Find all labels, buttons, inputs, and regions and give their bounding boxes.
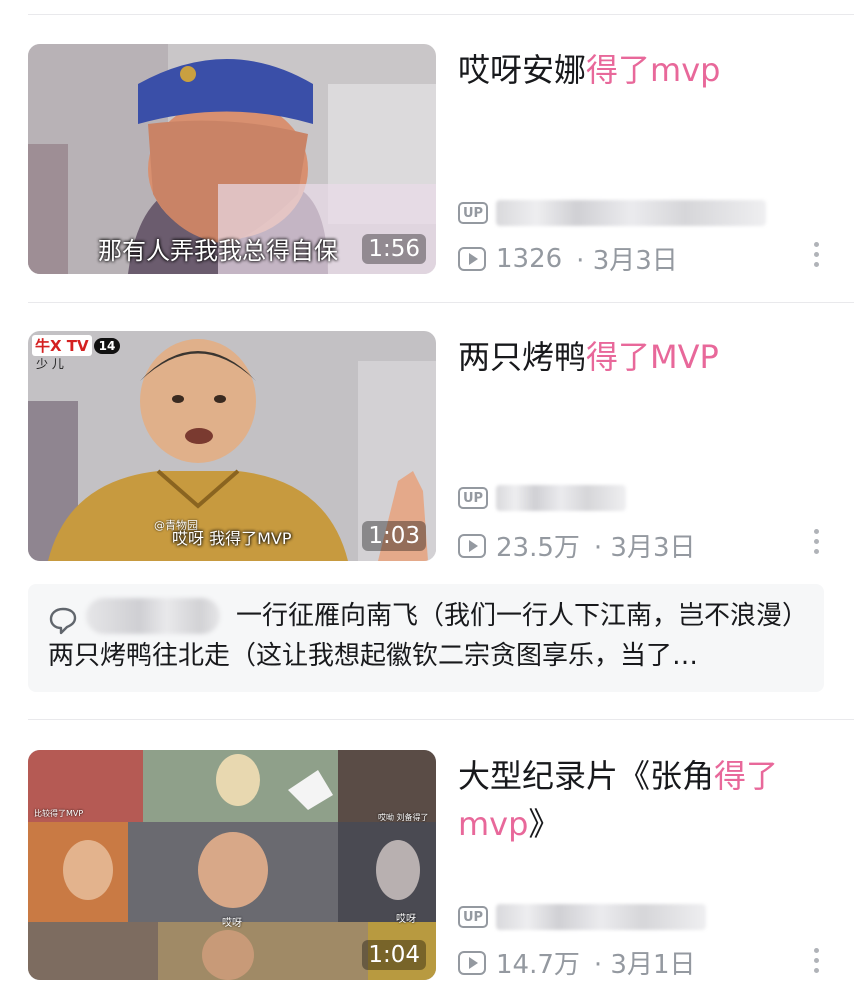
publish-date: · 3月3日 (576, 246, 678, 276)
uploader-row[interactable]: UP (458, 485, 626, 511)
top-divider (28, 14, 854, 15)
more-options-icon[interactable] (814, 948, 820, 973)
video-card[interactable]: 牛X TV 14 少 儿 @青物园 哎呀 我得了MVP 1:03 两只烤鸭得了M… (28, 331, 854, 564)
tile-caption: 哎呦 刘备得了 (378, 813, 429, 822)
title-highlight: 得了mvp (586, 51, 721, 89)
title-highlight: 得了MVP (586, 338, 719, 376)
title-tail: 》 (528, 805, 561, 843)
tile-caption: 比较得了MVP (34, 809, 84, 818)
title-text: 两只烤鸭 (458, 338, 587, 376)
video-thumbnail[interactable]: 牛X TV 14 少 儿 @青物园 哎呀 我得了MVP 1:03 (28, 331, 436, 561)
video-thumbnail[interactable]: 那有人弄我我总得自保 1:56 (28, 44, 436, 274)
up-badge: UP (458, 906, 488, 928)
thumbnail-caption: 那有人弄我我总得自保 (98, 237, 338, 265)
view-count: 23.5万 (496, 533, 580, 563)
stats-row: 14.7万 · 3月1日 (458, 944, 696, 981)
stats-row: 23.5万 · 3月3日 (458, 527, 696, 564)
card-divider (28, 302, 854, 303)
card-divider (28, 719, 854, 720)
channel-sub: 少 儿 (36, 357, 64, 371)
duration-badge: 1:03 (362, 521, 426, 551)
uploader-row[interactable]: UP (458, 904, 706, 930)
tile-caption: 哎呀 (396, 914, 416, 925)
more-options-icon[interactable] (814, 529, 820, 554)
tile-caption: 哎呀 (222, 918, 242, 929)
channel-logo-text: 牛X TV (32, 335, 92, 356)
play-count-icon (458, 533, 486, 558)
stats-row: 1326 · 3月3日 (458, 240, 678, 277)
channel-number: 14 (93, 337, 121, 354)
video-title[interactable]: 两只烤鸭得了MVP (458, 333, 838, 381)
title-text: 大型纪录片《张角 (458, 757, 715, 795)
comment-text: 一行征雁向南飞（我们一行人下江南，岂不浪漫）两只烤鸭往北走（这让我想起徽钦二宗贪… (48, 601, 809, 671)
video-title[interactable]: 大型纪录片《张角得了mvp》 (458, 752, 838, 848)
more-options-icon[interactable] (814, 242, 820, 267)
title-text: 哎呀安娜 (458, 51, 587, 89)
video-thumbnail[interactable]: 比较得了MVP 哎呦 刘备得了 哎呀 哎呀 1:04 (28, 750, 436, 980)
up-badge: UP (458, 202, 488, 224)
duration-badge: 1:04 (362, 940, 426, 970)
top-comment[interactable]: 一行征雁向南飞（我们一行人下江南，岂不浪漫）两只烤鸭往北走（这让我想起徽钦二宗贪… (28, 584, 824, 692)
uploader-name-blurred (496, 485, 626, 511)
channel-logo: 牛X TV 14 (32, 335, 121, 356)
play-count-icon (458, 950, 486, 975)
video-card[interactable]: 比较得了MVP 哎呦 刘备得了 哎呀 哎呀 1:04 大型纪录片《张角得了mvp… (28, 750, 854, 980)
thumbnail-caption: 哎呀 我得了MVP (172, 529, 292, 548)
play-count-icon (458, 246, 486, 271)
uploader-name-blurred (496, 904, 706, 930)
view-count: 1326 (496, 243, 563, 274)
publish-date: · 3月1日 (593, 950, 696, 980)
publish-date: · 3月3日 (593, 533, 696, 563)
view-count: 14.7万 (496, 950, 580, 980)
up-badge: UP (458, 487, 488, 509)
video-card[interactable]: 那有人弄我我总得自保 1:56 哎呀安娜得了mvp UP 1326 · 3月3日 (28, 44, 854, 277)
video-title[interactable]: 哎呀安娜得了mvp (458, 46, 838, 94)
duration-badge: 1:56 (362, 234, 426, 264)
uploader-name-blurred (496, 200, 766, 226)
uploader-row[interactable]: UP (458, 200, 766, 226)
